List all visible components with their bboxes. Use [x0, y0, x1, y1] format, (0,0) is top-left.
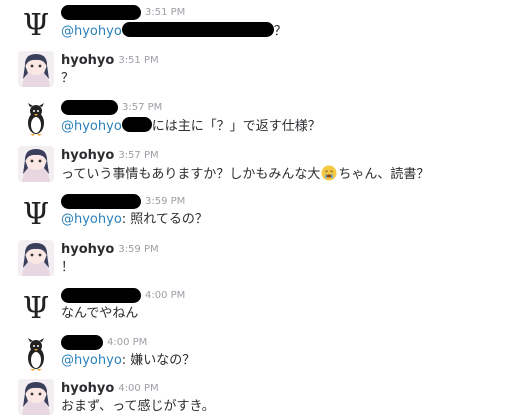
user-mention[interactable]: @hyohyo: [61, 212, 122, 227]
username[interactable]: hyohyo: [61, 53, 114, 68]
user-mention[interactable]: @hyohyo: [61, 119, 122, 134]
timestamp[interactable]: 4:00 PM: [118, 383, 158, 394]
penguin-avatar-icon[interactable]: [18, 336, 54, 372]
message-header: hyohyo 3:57 PM: [61, 146, 159, 164]
redacted-username: [61, 99, 118, 115]
message-text: ！: [61, 260, 75, 275]
message-text: @hyohyo？: [61, 22, 287, 39]
message-header: 4:00 PM: [61, 333, 147, 351]
message-text: なんでやねん: [61, 306, 139, 321]
psi-logo-icon[interactable]: Ψ: [18, 289, 54, 325]
message-header: hyohyo 4:00 PM: [61, 379, 159, 397]
message-text: っていう事情もありますか？しかもみんな大 ちゃん、読書？: [61, 165, 430, 182]
anime-girl-avatar-icon[interactable]: [18, 146, 54, 182]
timestamp[interactable]: 3:51 PM: [118, 55, 158, 66]
anime-girl-avatar-icon[interactable]: [18, 379, 54, 415]
message-header: hyohyo 3:51 PM: [61, 51, 159, 69]
redacted-username: [61, 287, 141, 303]
penguin-avatar-icon[interactable]: [18, 101, 54, 137]
timestamp[interactable]: 3:57 PM: [122, 102, 162, 113]
timestamp[interactable]: 3:59 PM: [118, 244, 158, 255]
message-header: 4:00 PM: [61, 286, 185, 304]
message-text: おまず、って感じがすき。: [61, 399, 215, 414]
svg-text:Ψ: Ψ: [23, 8, 49, 42]
username[interactable]: hyohyo: [61, 148, 114, 163]
timestamp[interactable]: 4:00 PM: [145, 290, 185, 301]
message-header: 3:59 PM: [61, 192, 185, 210]
timestamp[interactable]: 3:57 PM: [118, 150, 158, 161]
svg-text:Ψ: Ψ: [23, 197, 49, 231]
anime-girl-avatar-icon[interactable]: [18, 240, 54, 276]
message-header: hyohyo 3:59 PM: [61, 240, 159, 258]
psi-logo-icon[interactable]: Ψ: [18, 6, 54, 42]
message-text: @hyohyo: 嫌いなの？: [61, 353, 196, 368]
anime-girl-avatar-icon[interactable]: [18, 51, 54, 87]
username[interactable]: hyohyo: [61, 242, 114, 257]
username[interactable]: hyohyo: [61, 381, 114, 396]
redacted-text: [121, 22, 274, 37]
message-header: 3:57 PM: [61, 98, 162, 116]
message-header: 3:51 PM: [61, 3, 185, 21]
user-mention[interactable]: @hyohyo: [61, 353, 122, 368]
redacted-username: [61, 334, 103, 350]
crying-face-emoji-icon: [321, 165, 337, 181]
message-text: @hyohyo: 照れてるの？: [61, 212, 208, 227]
psi-logo-icon[interactable]: Ψ: [18, 195, 54, 231]
user-mention[interactable]: @hyohyo: [61, 24, 122, 39]
timestamp[interactable]: 3:51 PM: [145, 7, 185, 18]
redacted-text: [121, 117, 152, 132]
timestamp[interactable]: 4:00 PM: [107, 337, 147, 348]
svg-text:Ψ: Ψ: [23, 291, 49, 325]
message-text: ？: [61, 71, 75, 86]
redacted-username: [61, 193, 141, 209]
timestamp[interactable]: 3:59 PM: [145, 196, 185, 207]
message-text: @hyohyo には主に「？」で返す仕様？: [61, 117, 321, 134]
chat-message-list: Ψ 3:51 PM @hyohyo？ hyohyo 3:51 PM ？ 3:57…: [0, 0, 526, 420]
redacted-username: [61, 4, 141, 20]
